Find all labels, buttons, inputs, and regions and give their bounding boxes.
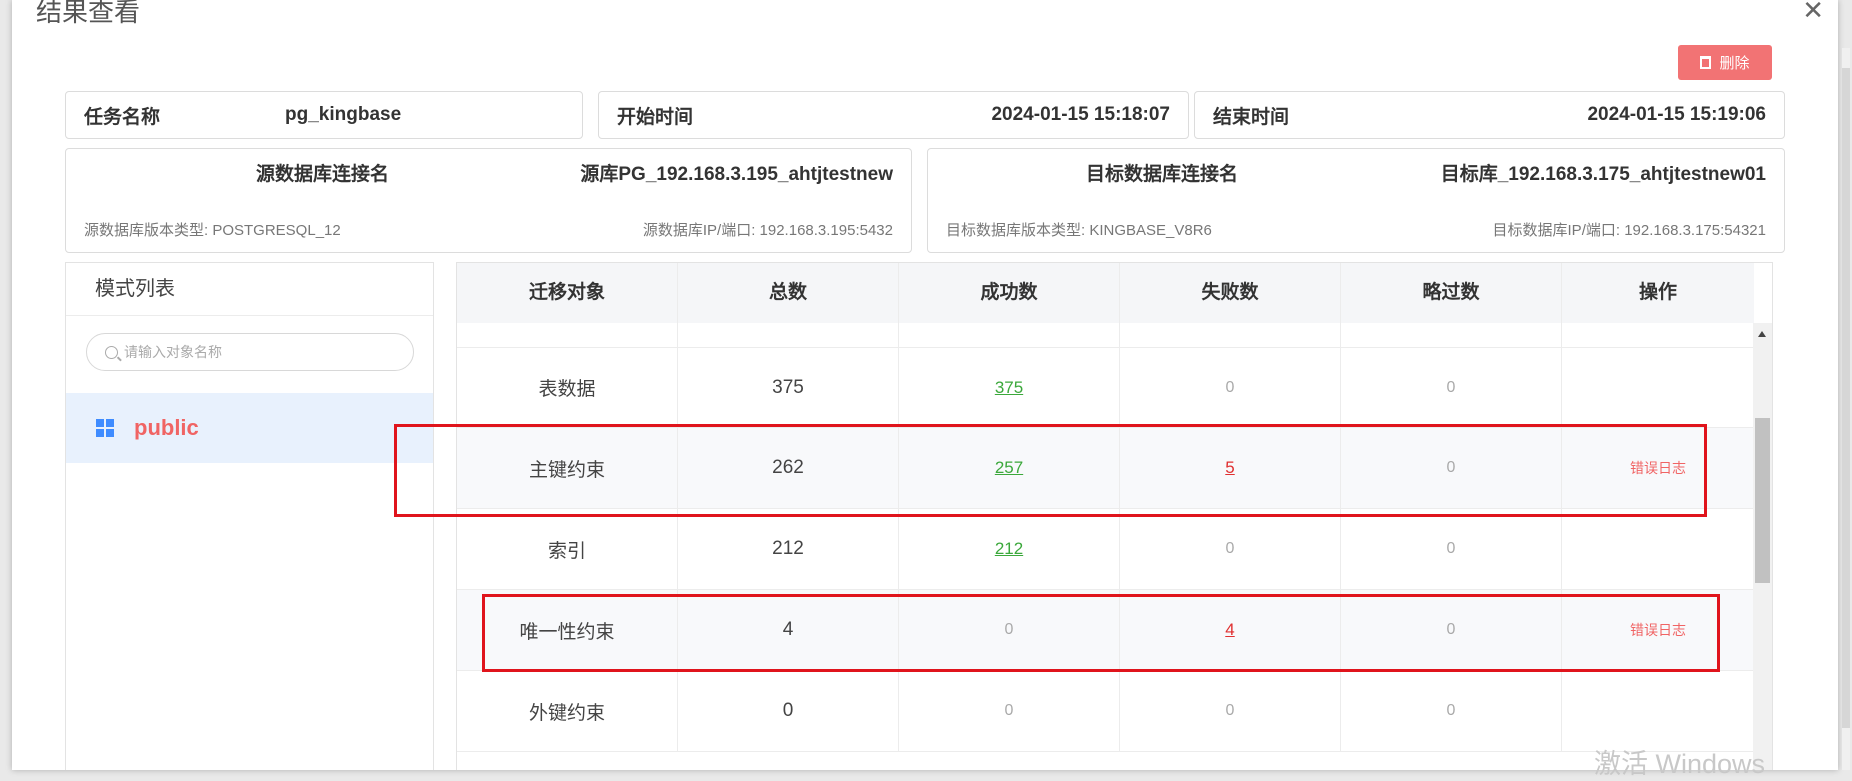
cell-success: 0 <box>1004 702 1014 719</box>
header-total: 总数 <box>678 263 899 323</box>
table-header: 迁移对象 总数 成功数 失败数 略过数 操作 <box>457 263 1754 323</box>
header-success: 成功数 <box>899 263 1120 323</box>
end-time-value: 2024-01-15 15:19:06 <box>1587 104 1766 125</box>
cell-fail: 0 <box>1225 702 1235 719</box>
cell-success: 0 <box>1004 621 1014 638</box>
source-ip: 源数据库IP/端口: 192.168.3.195:5432 <box>642 222 893 239</box>
cell-object: 索引 <box>457 509 678 589</box>
cell-object: 主键约束 <box>457 428 678 508</box>
delete-button-label: 删除 <box>1719 55 1750 72</box>
target-version: 目标数据库版本类型: KINGBASE_V8R6 <box>946 222 1212 239</box>
fail-link[interactable]: 4 <box>1225 620 1234 640</box>
source-conn-label: 源数据库连接名 <box>256 164 390 185</box>
table-row: 外键约束 0 0 0 0 <box>457 671 1754 752</box>
header-object: 迁移对象 <box>457 263 678 323</box>
table-row: 唯一性约束 4 0 4 0 错误日志 <box>457 590 1754 671</box>
delete-button[interactable]: 删除 <box>1678 45 1772 80</box>
start-time-label: 开始时间 <box>617 106 694 128</box>
success-link[interactable]: 257 <box>995 458 1023 478</box>
cell-object: 外键约束 <box>457 671 678 751</box>
cell-total: 0 <box>678 671 899 751</box>
schema-item-public[interactable]: public <box>66 393 433 463</box>
task-name-label: 任务名称 <box>84 106 161 128</box>
cell-fail: 0 <box>1225 378 1235 396</box>
end-time-box: 结束时间 2024-01-15 15:19:06 <box>1194 91 1785 139</box>
cell-total: 212 <box>678 509 899 589</box>
target-connection-box: 目标数据库连接名 目标库_192.168.3.175_ahtjtestnew01… <box>927 148 1785 253</box>
windows-activation-watermark: 激活 Windows <box>1594 749 1766 779</box>
fail-link[interactable]: 5 <box>1225 458 1234 478</box>
source-connection-box: 源数据库连接名 源库PG_192.168.3.195_ahtjtestnew 源… <box>65 148 912 253</box>
table-row-partial <box>457 323 1754 348</box>
cell-skip: 0 <box>1446 459 1456 476</box>
schema-list-title: 模式列表 <box>66 263 433 316</box>
table-row: 表数据 375 375 0 0 <box>457 348 1754 428</box>
search-icon <box>105 345 118 359</box>
cell-fail: 0 <box>1225 540 1235 557</box>
error-log-link[interactable]: 错误日志 <box>1630 620 1686 640</box>
table-scrollbar-thumb[interactable] <box>1755 418 1770 583</box>
source-conn-value: 源库PG_192.168.3.195_ahtjtestnew <box>580 164 893 185</box>
success-link[interactable]: 212 <box>995 539 1023 559</box>
cell-skip: 0 <box>1446 378 1456 396</box>
task-name-value: pg_kingbase <box>285 104 402 125</box>
target-ip: 目标数据库IP/端口: 192.168.3.175:54321 <box>1492 222 1766 239</box>
end-time-label: 结束时间 <box>1213 106 1290 128</box>
table-body: 表数据 375 375 0 0 主键约束 262 257 5 0 错误日志 索引… <box>457 323 1754 752</box>
search-placeholder: 请输入对象名称 <box>124 344 222 360</box>
error-log-link[interactable]: 错误日志 <box>1630 458 1686 478</box>
cell-total: 262 <box>678 428 899 508</box>
dialog-scrollbar[interactable] <box>1842 48 1850 770</box>
header-skip: 略过数 <box>1341 263 1562 323</box>
table-row: 索引 212 212 0 0 <box>457 509 1754 590</box>
header-action: 操作 <box>1638 282 1677 303</box>
cell-skip: 0 <box>1446 702 1456 719</box>
table-row: 主键约束 262 257 5 0 错误日志 <box>457 428 1754 509</box>
dialog-scrollbar-thumb[interactable] <box>1842 68 1850 728</box>
table-scrollbar[interactable] <box>1753 323 1772 770</box>
start-time-box: 开始时间 2024-01-15 15:18:07 <box>598 91 1189 139</box>
source-version: 源数据库版本类型: POSTGRESQL_12 <box>84 222 341 239</box>
cell-object: 表数据 <box>457 348 678 427</box>
search-input[interactable]: 请输入对象名称 <box>86 333 414 371</box>
target-conn-label: 目标数据库连接名 <box>1086 164 1239 185</box>
schema-item-label: public <box>134 415 199 440</box>
cell-object: 唯一性约束 <box>457 590 678 670</box>
trash-icon <box>1700 56 1712 69</box>
close-icon[interactable]: ✕ <box>1802 0 1824 23</box>
dialog-title: 结果查看 <box>36 0 141 27</box>
schema-sidebar: 模式列表 请输入对象名称 public <box>65 262 434 770</box>
scroll-up-icon[interactable] <box>1758 331 1766 337</box>
grid-icon <box>96 419 114 437</box>
cell-total: 375 <box>678 348 899 427</box>
target-conn-value: 目标库_192.168.3.175_ahtjtestnew01 <box>1440 164 1766 185</box>
start-time-value: 2024-01-15 15:18:07 <box>991 104 1170 125</box>
migration-table: 迁移对象 总数 成功数 失败数 略过数 操作 表数据 375 375 0 0 主… <box>456 262 1773 770</box>
cell-skip: 0 <box>1446 621 1456 638</box>
cell-total: 4 <box>678 590 899 670</box>
cell-skip: 0 <box>1446 540 1456 557</box>
task-name-box: 任务名称 pg_kingbase <box>65 91 583 139</box>
success-link[interactable]: 375 <box>995 378 1023 398</box>
header-fail: 失败数 <box>1120 263 1341 323</box>
